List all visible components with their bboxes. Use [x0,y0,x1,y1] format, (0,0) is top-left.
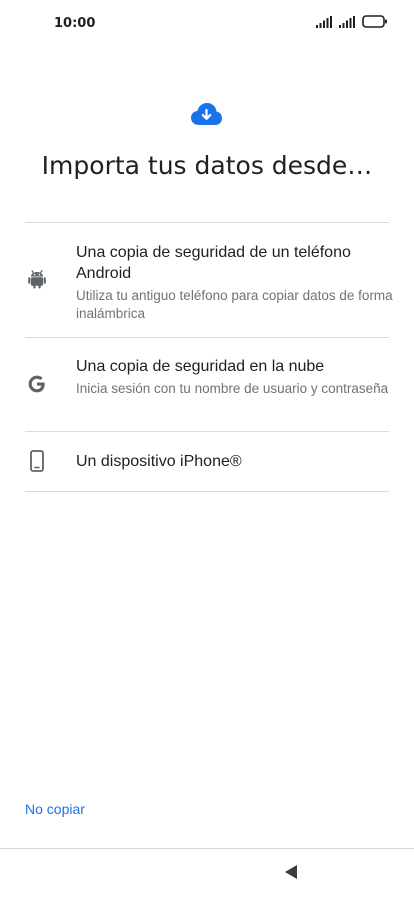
signal-2-icon [339,15,355,28]
divider [25,491,389,492]
page-title: Importa tus datos desde… [41,151,373,180]
option-android-backup[interactable]: Una copia de seguridad de un teléfono An… [0,223,414,337]
google-icon [28,375,45,393]
status-bar: 10:00 [0,0,414,46]
option-text: Una copia de seguridad de un teléfono An… [76,242,394,323]
option-cloud-backup[interactable]: Una copia de seguridad en la nube Inicia… [0,338,414,431]
option-title: Una copia de seguridad de un teléfono An… [76,244,351,282]
signal-1-icon [316,15,332,28]
phone-icon [30,450,44,472]
option-iphone-device[interactable]: Un dispositivo iPhone® [0,432,414,491]
no-copy-button[interactable]: No copiar [25,801,85,817]
android-icon [28,269,46,289]
screen: 10:00 Importa tus datos desde… Una copia… [0,0,414,897]
status-time: 10:00 [54,16,96,31]
option-subtitle: Utiliza tu antiguo teléfono para copiar … [76,288,393,321]
option-title: Un dispositivo iPhone® [76,453,242,470]
option-text: Una copia de seguridad en la nube Inicia… [76,356,394,398]
option-subtitle: Inicia sesión con tu nombre de usuario y… [76,381,389,396]
cloud-download-icon [191,103,222,125]
option-title: Una copia de seguridad en la nube [76,358,325,375]
battery-icon [362,15,387,28]
back-triangle-icon[interactable] [284,864,298,880]
nav-divider [0,848,414,849]
option-text: Un dispositivo iPhone® [76,451,394,472]
status-icons [316,15,388,28]
